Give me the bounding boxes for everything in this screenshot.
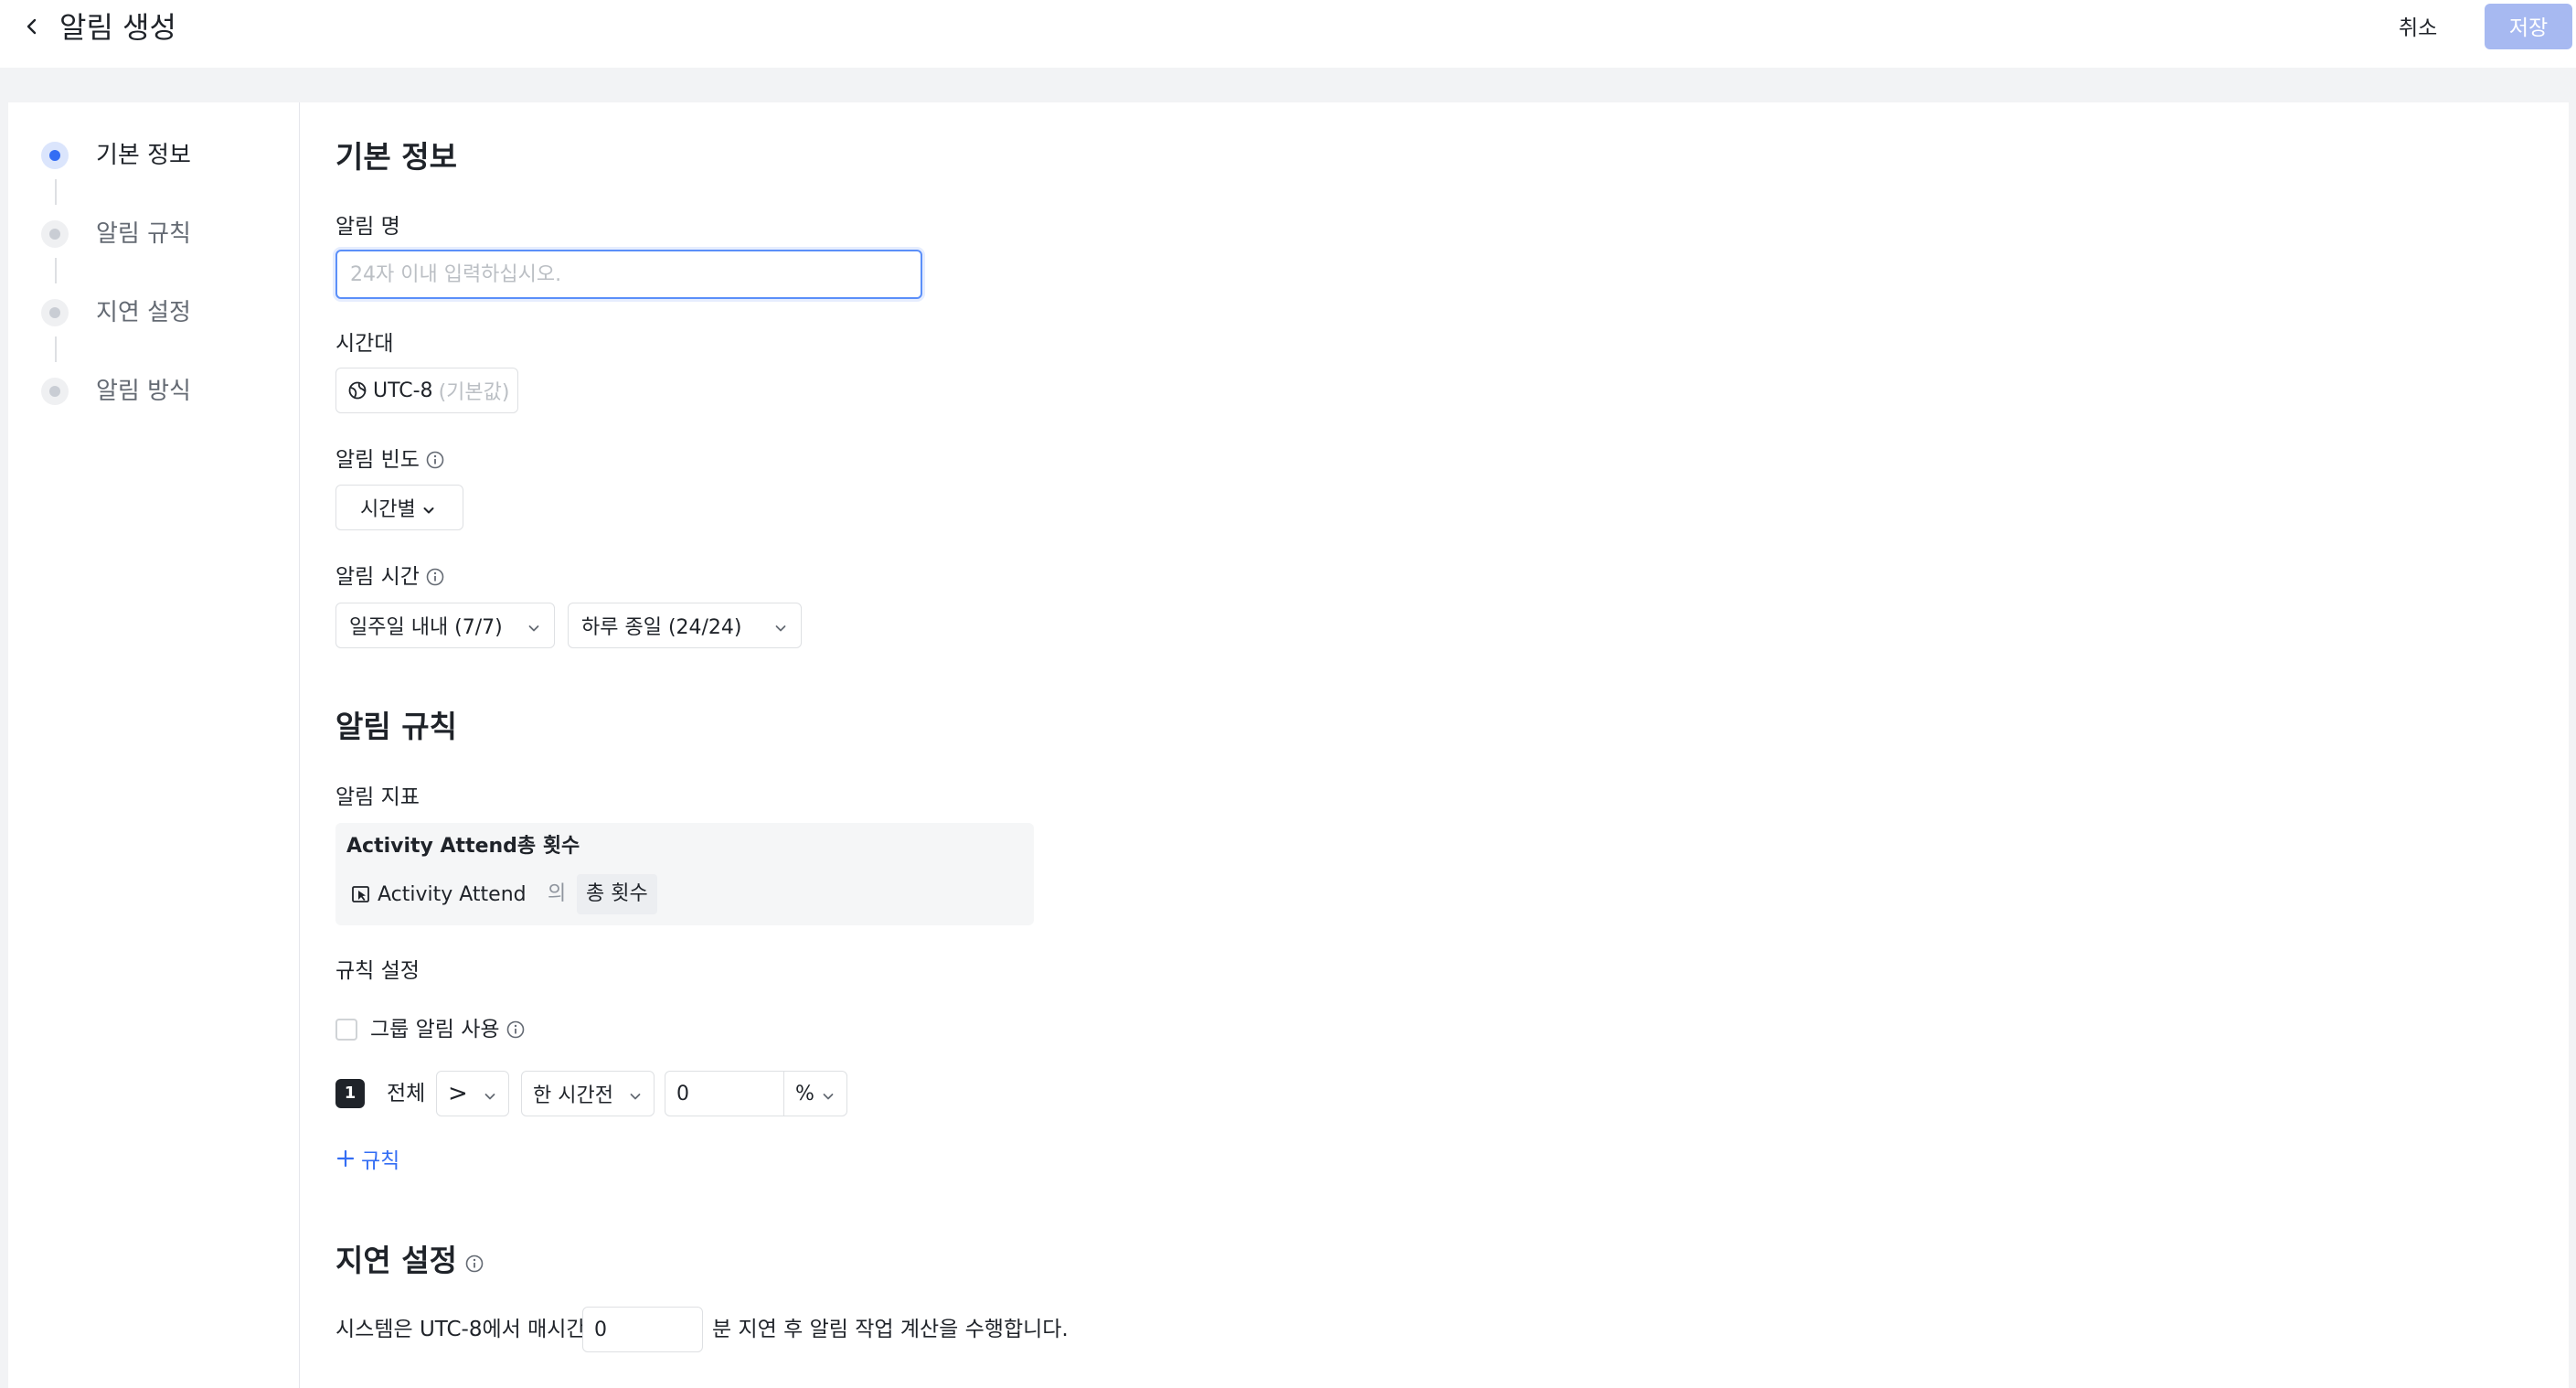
step-sidebar: 기본 정보 알림 규칙 지연 설정 알림 방식: [8, 102, 300, 1388]
alert-time-label-row: 알림 시간: [335, 562, 445, 592]
step-label: 알림 규칙: [96, 220, 191, 248]
step-label: 기본 정보: [96, 142, 191, 169]
section-title-basic: 기본 정보: [335, 139, 457, 175]
chevron-down-icon: [773, 618, 788, 633]
frequency-label-row: 알림 빈도: [335, 445, 445, 475]
back-arrow-icon[interactable]: [18, 13, 46, 40]
info-icon[interactable]: [425, 450, 445, 470]
chevron-down-icon: [527, 618, 541, 633]
top-header: 알림 생성 취소 저장: [0, 0, 2576, 68]
step-label: 지연 설정: [96, 299, 191, 326]
section-title-rules: 알림 규칙: [335, 709, 457, 744]
unit-value: %: [795, 1082, 814, 1105]
alert-time-label: 알림 시간: [335, 565, 420, 589]
rule-index-badge: 1: [335, 1079, 365, 1108]
info-icon[interactable]: [506, 1020, 526, 1040]
unit-select[interactable]: %: [784, 1083, 846, 1105]
rule-scope: 전체: [387, 1082, 426, 1105]
operator-select[interactable]: >: [436, 1071, 509, 1116]
add-rule-button[interactable]: 규칙: [335, 1143, 399, 1174]
group-alert-label: 그룹 알림 사용: [370, 1018, 500, 1041]
delay-suffix-text: 분 지연 후 알림 작업 계산을 수행합니다.: [712, 1318, 1069, 1341]
step-indicator: [41, 220, 69, 248]
timezone-value: UTC-8: [373, 379, 433, 402]
section-title-delay-row: 지연 설정: [335, 1240, 484, 1282]
add-rule-label: 규칙: [361, 1149, 400, 1173]
days-select[interactable]: 일주일 내내 (7/7): [335, 603, 555, 648]
main-card: 기본 정보 알림 규칙 지연 설정 알림 방식 기본 정보 알림 명 시간대 U…: [8, 102, 2569, 1388]
timezone-display: UTC-8 (기본값): [335, 368, 518, 413]
frequency-label: 알림 빈도: [335, 448, 420, 472]
metric-measure-chip: 총 횟수: [577, 874, 657, 914]
metric-event-name: Activity Attend: [378, 882, 527, 906]
chevron-down-icon: [483, 1086, 497, 1101]
step-indicator: [41, 378, 69, 405]
hours-value: 하루 종일 (24/24): [581, 616, 742, 639]
alert-name-label: 알림 명: [335, 215, 400, 239]
step-label: 알림 방식: [96, 378, 191, 405]
days-value: 일주일 내내 (7/7): [349, 616, 503, 639]
chevron-down-icon: [628, 1086, 643, 1101]
section-title-delay: 지연 설정: [335, 1243, 457, 1278]
hours-select[interactable]: 하루 종일 (24/24): [568, 603, 802, 648]
alert-name-input[interactable]: [335, 250, 922, 299]
rule-settings-label: 규칙 설정: [335, 959, 420, 983]
step-connector: [55, 179, 57, 205]
threshold-group: 0 %: [665, 1071, 847, 1116]
operator-value: >: [448, 1080, 468, 1107]
step-indicator: [41, 299, 69, 326]
info-icon[interactable]: [425, 567, 445, 587]
info-icon[interactable]: [464, 1254, 484, 1274]
plus-icon: [335, 1148, 356, 1169]
event-icon: [350, 883, 372, 905]
metric-box: Activity Attend총 횟수 Activity Attend 의 총 …: [335, 823, 1034, 925]
delay-prefix-text: 시스템은 UTC-8에서 매시간: [335, 1318, 586, 1341]
metric-title: Activity Attend총 횟수: [346, 835, 580, 858]
step-indicator: [41, 142, 69, 169]
period-select[interactable]: 한 시간전: [521, 1071, 655, 1116]
step-connector: [55, 336, 57, 362]
timezone-default-tag: (기본값): [438, 381, 510, 404]
save-button[interactable]: 저장: [2485, 4, 2572, 49]
cancel-button[interactable]: 취소: [2386, 9, 2450, 46]
group-alert-label-row: 그룹 알림 사용: [370, 1015, 526, 1044]
step-connector: [55, 258, 57, 283]
chevron-down-icon: [421, 500, 436, 515]
chevron-down-icon: [821, 1086, 836, 1101]
metric-of-text: 의: [548, 882, 567, 905]
group-alert-checkbox[interactable]: [335, 1019, 357, 1041]
globe-icon: [347, 380, 367, 400]
frequency-select[interactable]: 시간별: [335, 485, 463, 530]
delay-minutes-input[interactable]: 0: [582, 1307, 703, 1352]
period-value: 한 시간전: [533, 1084, 613, 1107]
frequency-value: 시간별: [360, 498, 416, 521]
metric-event-chip: Activity Attend: [346, 874, 530, 914]
threshold-input[interactable]: 0: [665, 1072, 784, 1116]
timezone-label: 시간대: [335, 332, 394, 356]
metric-label: 알림 지표: [335, 785, 420, 809]
page-title: 알림 생성: [59, 10, 176, 45]
